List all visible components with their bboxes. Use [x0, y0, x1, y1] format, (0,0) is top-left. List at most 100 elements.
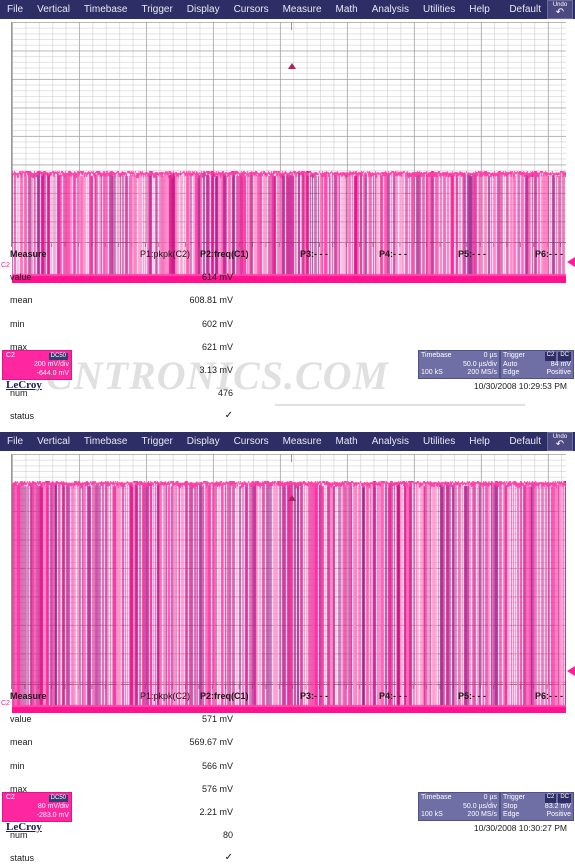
menu-item-trigger-2[interactable]: Trigger [134, 436, 179, 447]
menu-item-cursors[interactable]: Cursors [227, 4, 276, 15]
channel-coupling-badge-1[interactable]: DC50 [48, 353, 68, 360]
trigger-descriptor-1[interactable]: Trigger C2 DC Auto 84 mV Edge Positive [500, 350, 574, 379]
channel-scale-2: 80 mV/div [37, 803, 69, 810]
timebase-delay-2: 0 µs [483, 794, 497, 801]
undo-arrow-icon: ↶ [555, 7, 565, 18]
channel-descriptor-c2-1[interactable]: C2 DC50 200 mV/div -644.0 mV [2, 350, 72, 380]
trigger-row-mode-2: Stop 83.2 mV [503, 803, 571, 812]
measure-p1-status-check-icon-2: ✓ [224, 852, 233, 864]
undo-button-2[interactable]: Undo ↶ [547, 432, 573, 451]
measure-p6-header-1[interactable]: P6:- - - [535, 249, 563, 259]
watermark-underline [275, 404, 525, 406]
menu-item-trigger[interactable]: Trigger [134, 4, 179, 15]
waveform-canvas-2 [12, 481, 566, 713]
channel-offset-1: -644.0 mV [36, 369, 69, 377]
trigger-row-mode-1: Auto 84 mV [503, 361, 571, 370]
trigger-coupling-badge-2[interactable]: DC [558, 794, 571, 803]
measure-p6-header-2[interactable]: P6:- - - [535, 691, 563, 701]
timebase-delay-1: 0 µs [483, 352, 497, 359]
default-label[interactable]: Default [509, 4, 547, 15]
trigger-coupling-badge-1[interactable]: DC [558, 352, 571, 361]
trigger-title-1: Trigger [503, 352, 525, 359]
measure-p1-mean-2: 569.67 mV [189, 737, 233, 748]
trigger-position-arrow-top-1[interactable] [288, 63, 296, 69]
menu-bar-2: File Vertical Timebase Trigger Display C… [0, 432, 575, 451]
measure-title-1: Measure [10, 249, 47, 259]
measure-p3-header-1[interactable]: P3:- - - [300, 249, 328, 259]
menu-item-measure[interactable]: Measure [276, 4, 329, 15]
menu-item-help-2[interactable]: Help [462, 436, 497, 447]
undo-arrow-icon-2: ↶ [555, 439, 565, 450]
measure-table-2: Measure P1:pkpk(C2) P2:freq(C1) P3:- - -… [0, 691, 575, 863]
menu-item-utilities-2[interactable]: Utilities [416, 436, 462, 447]
measure-row-mean-2: mean 569.67 mV [0, 737, 575, 749]
measure-p4-header-2[interactable]: P4:- - - [379, 691, 407, 701]
measure-p2-header-1[interactable]: P2:freq(C1) [200, 249, 249, 259]
menu-item-timebase[interactable]: Timebase [77, 4, 135, 15]
menu-item-file-2[interactable]: File [0, 436, 30, 447]
trigger-descriptor-2[interactable]: Trigger C2 DC Stop 83.2 mV Edge Positive [500, 792, 574, 821]
undo-button[interactable]: Undo ↶ [547, 0, 573, 19]
measure-table-1: Measure P1:pkpk(C2) P2:freq(C1) P3:- - -… [0, 249, 575, 421]
menu-item-display-2[interactable]: Display [180, 436, 227, 447]
timestamp-2: 10/30/2008 10:30:27 PM [473, 823, 567, 833]
measure-row-label-mean-1: mean [10, 295, 33, 306]
menu-item-vertical[interactable]: Vertical [30, 4, 77, 15]
menu-item-timebase-2[interactable]: Timebase [77, 436, 135, 447]
trigger-source-badge-1[interactable]: C2 [544, 352, 557, 361]
trigger-slope-1: Positive [546, 369, 571, 376]
timebase-samples-1: 100 kS [421, 369, 443, 376]
menu-item-utilities[interactable]: Utilities [416, 4, 462, 15]
timestamp-1: 10/30/2008 10:29:53 PM [473, 381, 567, 391]
measure-row-min-1: min 602 mV [0, 319, 575, 331]
default-label-2[interactable]: Default [509, 436, 547, 447]
measure-header-row-1: Measure P1:pkpk(C2) P2:freq(C1) P3:- - -… [0, 249, 575, 261]
measure-row-label-min-2: min [10, 760, 25, 771]
trigger-position-arrow-top-2[interactable] [288, 495, 296, 501]
channel-descriptor-c2-2[interactable]: C2 DC50 80 mV/div -283.0 mV [2, 792, 72, 822]
channel-offset-2: -283.0 mV [36, 811, 69, 819]
trigger-row-title-2: Trigger C2 DC [503, 794, 571, 803]
menu-item-analysis-2[interactable]: Analysis [365, 436, 416, 447]
measure-p3-header-2[interactable]: P3:- - - [300, 691, 328, 701]
measure-p4-header-1[interactable]: P4:- - - [379, 249, 407, 259]
trigger-source-badge-2[interactable]: C2 [544, 794, 557, 803]
timebase-row-sample-1: 100 kS 200 MS/s [421, 369, 497, 378]
center-tick-2 [291, 454, 292, 462]
measure-row-label-value-1: value [10, 272, 32, 283]
trigger-badges-2: C2 DC [544, 794, 571, 803]
timebase-descriptor-2[interactable]: Timebase 0 µs 50.0 µs/div 100 kS 200 MS/… [418, 792, 500, 821]
menu-item-help[interactable]: Help [462, 4, 497, 15]
channel-coupling-badge-2[interactable]: DC50 [48, 795, 68, 802]
graticule-area-1[interactable]: C2 [0, 19, 575, 283]
channel-descriptor-name-2: C2 [6, 794, 15, 801]
timebase-title-2: Timebase [421, 794, 452, 801]
menu-item-file[interactable]: File [0, 4, 30, 15]
measure-p1-status-check-icon-1: ✓ [224, 410, 233, 422]
trigger-row-title-1: Trigger C2 DC [503, 352, 571, 361]
menu-item-vertical-2[interactable]: Vertical [30, 436, 77, 447]
measure-row-value-1: value 614 mV [0, 272, 575, 284]
measure-p5-header-2[interactable]: P5:- - - [458, 691, 486, 701]
measure-p5-header-1[interactable]: P5:- - - [458, 249, 486, 259]
measure-row-label-mean-2: mean [10, 737, 33, 748]
channel-offset-arrow-2[interactable] [567, 666, 575, 676]
measure-p2-header-2[interactable]: P2:freq(C1) [200, 691, 249, 701]
measure-p1-value-2: 571 mV [201, 714, 233, 725]
menu-item-math-2[interactable]: Math [329, 436, 365, 447]
lecroy-logo-1: LeCroy [6, 379, 42, 391]
menu-item-analysis[interactable]: Analysis [365, 4, 416, 15]
trigger-type-2: Edge [503, 811, 520, 818]
measure-p1-mean-1: 608.81 mV [189, 295, 233, 306]
timebase-scale-2: 50.0 µs/div [463, 802, 497, 810]
timebase-row-title-2: Timebase 0 µs [421, 794, 497, 803]
menu-item-math[interactable]: Math [329, 4, 365, 15]
status-bar-2: C2 DC50 80 mV/div -283.0 mV Timebase 0 µ… [0, 791, 575, 841]
menu-item-measure-2[interactable]: Measure [276, 436, 329, 447]
menu-item-display[interactable]: Display [180, 4, 227, 15]
trigger-type-1: Edge [503, 369, 520, 376]
menu-item-cursors-2[interactable]: Cursors [227, 436, 276, 447]
timebase-descriptor-1[interactable]: Timebase 0 µs 50.0 µs/div 100 kS 200 MS/… [418, 350, 500, 379]
trigger-title-2: Trigger [503, 794, 525, 801]
graticule-area-2[interactable]: C2 [0, 451, 575, 713]
